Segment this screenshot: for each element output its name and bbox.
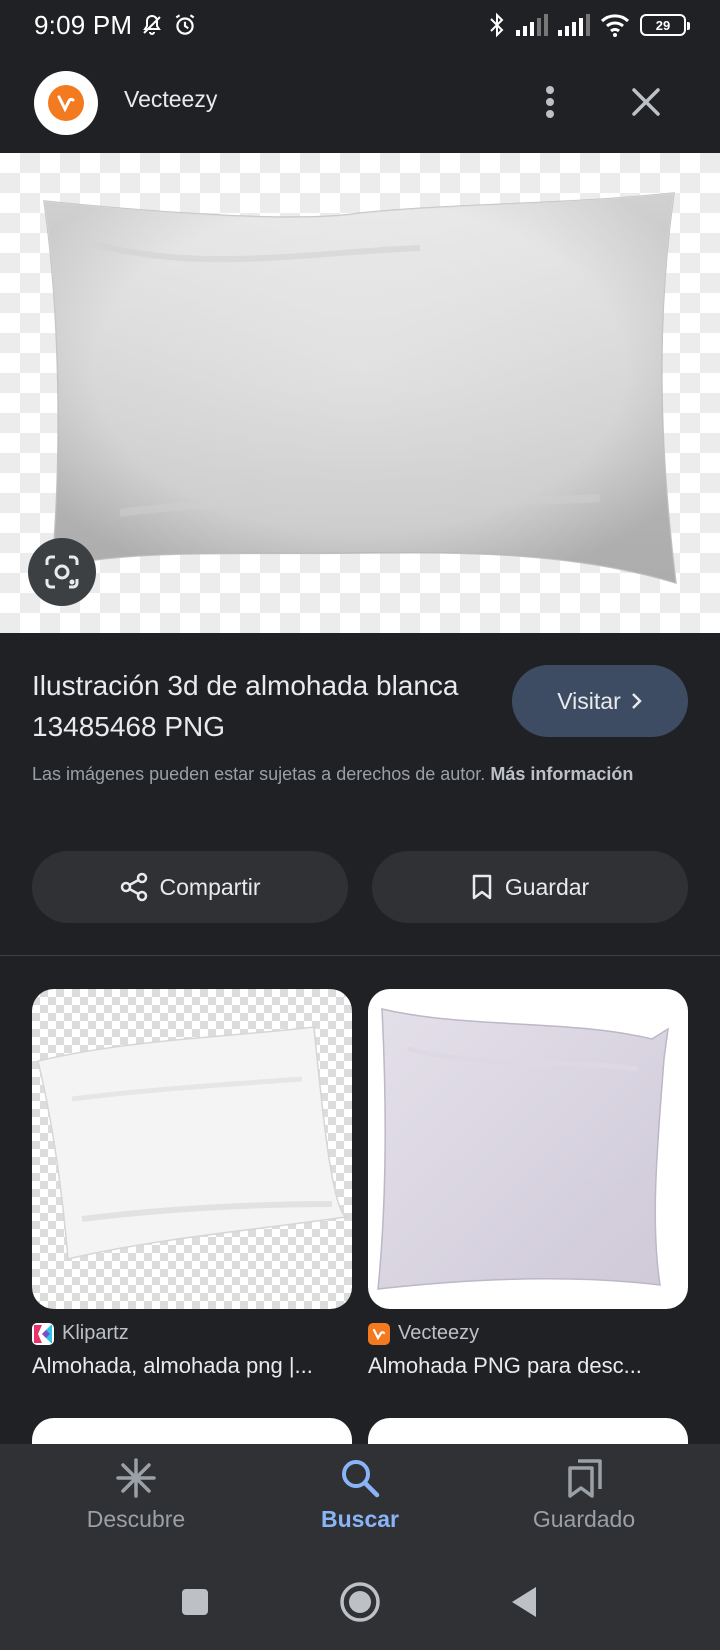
signal-icon: [558, 14, 590, 36]
result-card-1[interactable]: Klipartz Almohada, almohada png |...: [32, 989, 352, 1379]
signal-icon: [516, 14, 548, 36]
battery-icon: 29: [640, 14, 690, 36]
klipartz-favicon-icon: [32, 1322, 54, 1345]
image-title: Ilustración 3d de almohada blanca 134854…: [32, 670, 459, 742]
back-button[interactable]: [500, 1578, 548, 1626]
preview-image[interactable]: [0, 153, 720, 633]
search-icon: [342, 1460, 380, 1498]
result-title[interactable]: Almohada, almohada png |...: [32, 1353, 352, 1379]
result-title[interactable]: Almohada PNG para desc...: [368, 1353, 688, 1379]
save-label: Guardar: [504, 873, 590, 900]
pillow-illustration: [43, 192, 677, 585]
nav-label: Descubre: [86, 1506, 186, 1532]
result-card-2[interactable]: Vecteezy Almohada PNG para desc...: [368, 989, 688, 1379]
share-button[interactable]: Compartir: [32, 851, 348, 923]
status-bar: 9:09 PM 29: [0, 0, 720, 50]
status-time: 9:09 PM: [34, 9, 133, 40]
site-name[interactable]: Vecteezy: [124, 86, 217, 113]
asterisk-icon: [116, 1458, 156, 1498]
share-icon: [120, 872, 147, 902]
nav-label: Guardado: [532, 1506, 636, 1532]
viewer-header: Vecteezy: [0, 50, 720, 153]
status-right: 29: [488, 12, 690, 38]
home-button[interactable]: [336, 1578, 384, 1626]
nav-label: Buscar: [321, 1506, 399, 1532]
result-source-name: Klipartz: [62, 1322, 129, 1344]
result-thumbnail[interactable]: [32, 989, 352, 1309]
notifications-off-icon: [140, 13, 164, 37]
more-options-button[interactable]: [534, 80, 566, 124]
bluetooth-icon: [488, 12, 506, 38]
bottom-navigation: Descubre Buscar Guardado: [0, 1444, 720, 1554]
pillow-thumbnail: [37, 1026, 349, 1260]
save-button[interactable]: Guardar: [372, 851, 688, 923]
visit-label: Visitar: [557, 687, 621, 714]
chevron-right-icon: [631, 693, 642, 709]
recent-apps-button[interactable]: [171, 1578, 219, 1626]
nav-descubre[interactable]: Descubre: [36, 1456, 236, 1546]
alarm-icon: [172, 12, 198, 38]
bookmarks-icon: [568, 1459, 602, 1498]
more-info-link[interactable]: Más información: [490, 764, 633, 784]
home-circle-icon: [340, 1582, 380, 1622]
image-details: Ilustración 3d de almohada blanca 134854…: [0, 633, 720, 953]
vecteezy-logo-icon[interactable]: [34, 71, 98, 135]
wifi-icon: [600, 13, 630, 37]
battery-level: 29: [655, 17, 671, 33]
vecteezy-favicon-icon: [368, 1322, 390, 1345]
result-source: Vecteezy: [368, 1322, 688, 1345]
nav-guardado[interactable]: Guardado: [484, 1456, 684, 1546]
share-label: Compartir: [159, 873, 261, 900]
bookmark-icon: [472, 874, 492, 900]
nav-buscar[interactable]: Buscar: [260, 1456, 460, 1546]
lens-search-button[interactable]: [28, 538, 96, 606]
copyright-notice: Las imágenes pueden estar sujetas a dere…: [32, 761, 652, 788]
pillow-thumbnail: [377, 1008, 669, 1290]
copyright-text: Las imágenes pueden estar sujetas a dere…: [32, 764, 486, 784]
status-left: 9:09 PM: [34, 10, 198, 41]
close-icon: [632, 88, 660, 116]
vecteezy-logo-mark: [48, 85, 84, 121]
result-source: Klipartz: [32, 1322, 352, 1345]
section-divider: [0, 955, 720, 956]
square-icon: [182, 1589, 208, 1615]
back-triangle-icon: [512, 1587, 536, 1617]
close-button[interactable]: [626, 80, 666, 124]
lens-icon: [45, 555, 79, 589]
result-thumbnail[interactable]: [368, 989, 688, 1309]
system-navigation: [0, 1554, 720, 1650]
visit-button[interactable]: Visitar: [512, 665, 688, 737]
more-vert-icon: [546, 86, 554, 118]
result-source-name: Vecteezy: [398, 1322, 480, 1344]
